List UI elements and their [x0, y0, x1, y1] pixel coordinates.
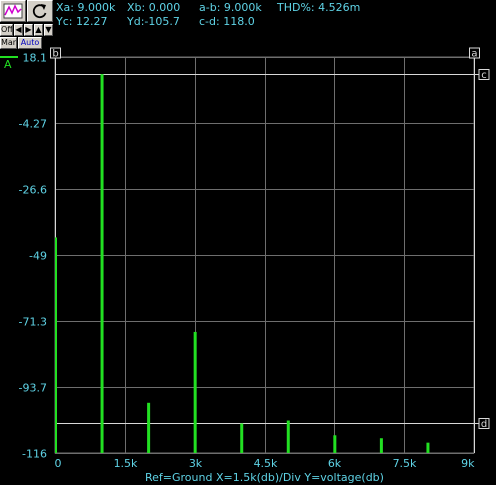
man-button[interactable]: Man: [0, 37, 17, 49]
footer-label: Ref=Ground X=1.5k(db)/Div Y=voltage(db): [145, 471, 384, 484]
readout-c-d: c-d: 118.0: [199, 15, 255, 28]
arrow-left-icon: ◀: [15, 25, 22, 34]
cursor-d-handle[interactable]: d: [478, 418, 490, 431]
cursor-c-handle[interactable]: c: [478, 69, 490, 82]
cursor-c-handle-label: c: [481, 70, 487, 81]
readout-xa: Xa: 9.000k: [56, 1, 116, 14]
off-button[interactable]: Off: [0, 24, 13, 36]
spectrum-bar: [379, 438, 383, 453]
spectrum-bar: [426, 442, 430, 453]
readout-a-b: a-b: 9.000k: [199, 1, 262, 14]
y-tick-label: -4.27: [19, 118, 47, 131]
arrow-left-button[interactable]: ◀: [14, 24, 23, 36]
y-tick-label: -71.3: [19, 316, 47, 329]
x-tick-label: 3k: [189, 457, 203, 470]
cursor-a-handle-label: a: [471, 49, 477, 60]
spectrum-bar: [193, 331, 197, 453]
spectrum-bar: [240, 423, 244, 453]
y-tick-label: -26.6: [19, 184, 47, 197]
arrow-right-button[interactable]: ▶: [24, 24, 33, 36]
spectrum-bar: [100, 74, 104, 454]
arrow-up-button[interactable]: ▲: [34, 24, 43, 36]
x-tick-label: 4.5k: [254, 457, 278, 470]
y-tick-label: -93.7: [19, 382, 47, 395]
cursor-d-handle-label: d: [481, 419, 487, 430]
x-tick-label: 9k: [461, 457, 475, 470]
x-tick-label: 0: [55, 457, 62, 470]
readout-xb: Xb: 0.000: [127, 1, 181, 14]
spectrum-chart[interactable]: a b c d 0 1.5k 3k 4.5k 6k 7.5k 9k 18.1 -4.27 -26.6 -4…: [0, 0, 496, 485]
cursor-a-handle[interactable]: a: [469, 47, 480, 60]
readout-yd: Yd:-105.7: [127, 15, 180, 28]
scope-view-button[interactable]: [0, 0, 26, 22]
x-tick-label: 1.5k: [114, 457, 138, 470]
y-tick-label: 18.1: [23, 52, 48, 65]
arrow-up-icon: ▲: [35, 25, 42, 34]
cursor-b-handle-label: b: [52, 49, 58, 60]
cursor-b-handle[interactable]: b: [50, 47, 61, 60]
spectrum-bar: [333, 435, 337, 453]
spectrum-bar: [147, 402, 151, 453]
reset-button[interactable]: [27, 0, 53, 22]
spectrum-bar: [286, 420, 290, 453]
auto-button[interactable]: Auto: [18, 37, 42, 49]
arrow-down-icon: ▼: [45, 25, 52, 34]
readout-yc: Yc: 12.27: [56, 15, 108, 28]
refresh-icon: [32, 4, 47, 19]
arrow-down-button[interactable]: ▼: [44, 24, 53, 36]
readout-thd: THD%: 4.526m: [277, 1, 361, 14]
y-tick-label: -49: [29, 250, 47, 263]
x-tick-label: 7.5k: [393, 457, 417, 470]
plot-frame: [54, 56, 475, 454]
arrow-right-icon: ▶: [25, 25, 32, 34]
channel-label: A: [4, 58, 12, 71]
spectrum-bar: [55, 237, 57, 453]
y-tick-label: -116: [22, 448, 47, 461]
waveform-icon: [3, 3, 23, 19]
x-tick-label: 6k: [328, 457, 342, 470]
